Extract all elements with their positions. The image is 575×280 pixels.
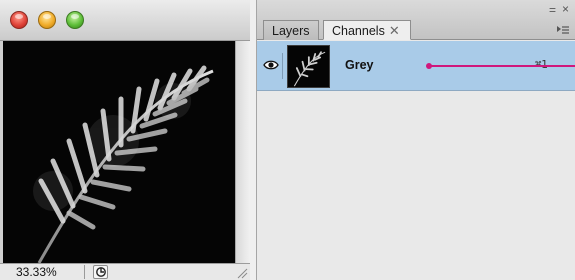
- document-titlebar: [0, 0, 250, 41]
- document-window: 33.33%: [0, 0, 250, 280]
- fern-image: [3, 41, 235, 263]
- vertical-scrollbar[interactable]: [235, 41, 250, 263]
- channel-name: Grey: [345, 58, 374, 72]
- close-window-icon[interactable]: [10, 11, 28, 29]
- status-menu-button[interactable]: [93, 265, 108, 279]
- minimize-window-icon[interactable]: [38, 11, 56, 29]
- status-divider: [84, 265, 85, 279]
- panel-collapse-icon[interactable]: =: [549, 3, 556, 17]
- visibility-toggle[interactable]: [261, 53, 283, 79]
- status-menu-icon: [96, 267, 106, 277]
- fern-thumbnail-image: [288, 46, 329, 87]
- callout-line: [429, 65, 575, 67]
- tab-close-icon[interactable]: ✕: [389, 23, 400, 38]
- panel-tabbar: Layers Channels ✕ = ×: [257, 0, 575, 40]
- zoom-level-field[interactable]: 33.33%: [16, 265, 57, 279]
- tab-channels-label: Channels: [332, 24, 385, 38]
- image-canvas[interactable]: [3, 41, 235, 263]
- tab-layers[interactable]: Layers: [263, 20, 319, 40]
- panel-menu-icon[interactable]: [556, 25, 570, 37]
- channels-list-empty-area: [257, 91, 575, 280]
- tab-layers-label: Layers: [272, 24, 310, 38]
- eye-icon: [263, 60, 279, 70]
- maximize-window-icon[interactable]: [66, 11, 84, 29]
- channel-thumbnail: [287, 45, 330, 88]
- channels-panel: Layers Channels ✕ = × Grey: [256, 0, 575, 280]
- resize-grip-icon[interactable]: [236, 267, 248, 279]
- panel-close-icon[interactable]: ×: [562, 2, 569, 16]
- document-statusbar: 33.33%: [0, 263, 250, 280]
- tab-channels[interactable]: Channels ✕: [323, 20, 411, 40]
